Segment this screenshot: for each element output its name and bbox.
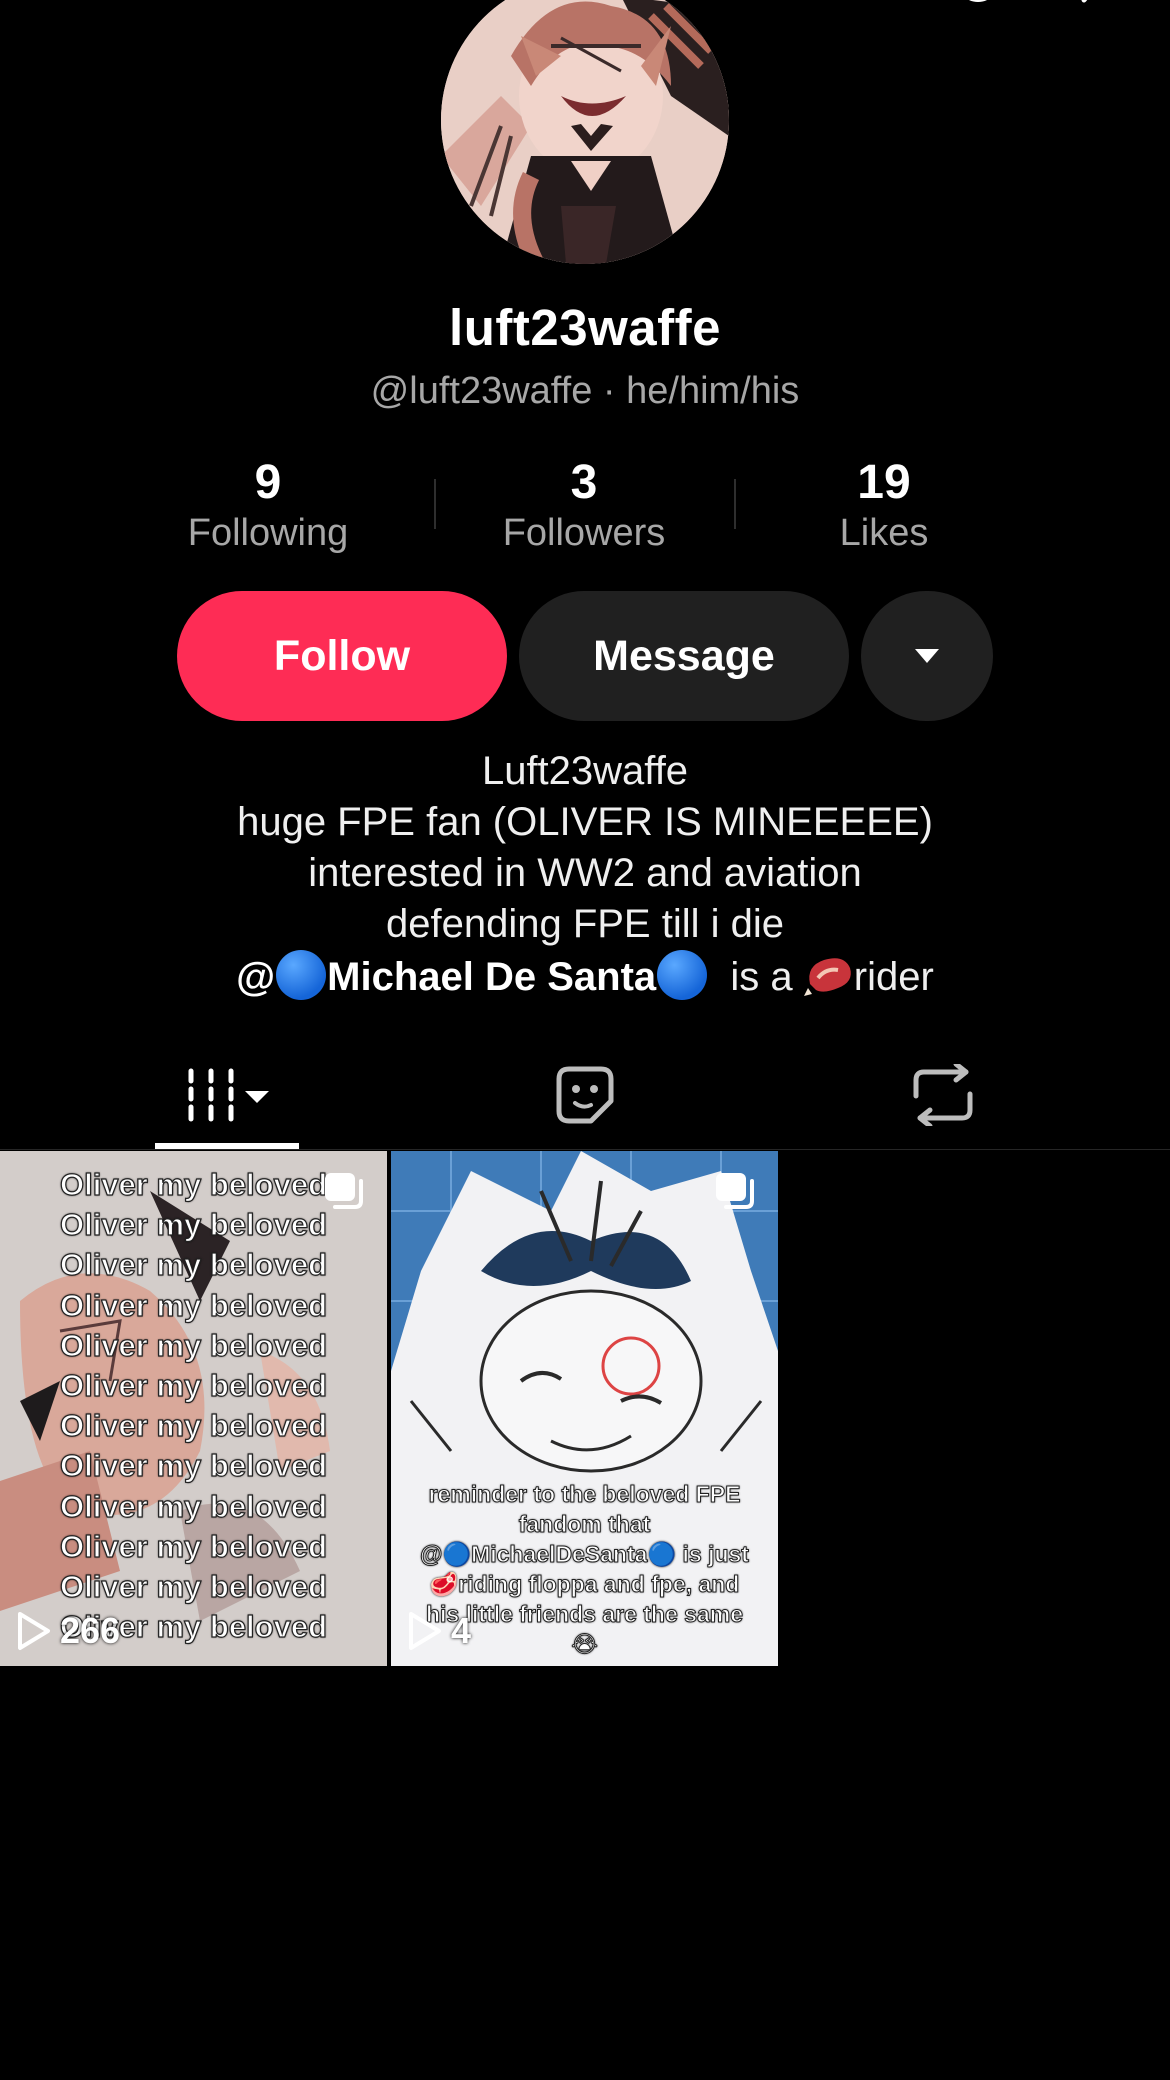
following-label: Following: [187, 512, 349, 554]
play-icon: [18, 1612, 50, 1650]
likes-count: 19: [857, 456, 911, 509]
view-count-value: 266: [60, 1610, 121, 1651]
caption-line: Oliver my beloved: [59, 1327, 328, 1363]
content-tabs: [0, 1040, 1170, 1150]
multi-image-icon: [325, 1173, 363, 1209]
video-caption: Oliver my beloved Oliver my beloved Oliv…: [0, 1165, 387, 1647]
caption-line: Oliver my beloved: [59, 1528, 328, 1564]
follow-button[interactable]: Follow: [177, 591, 507, 721]
bio-line: Luft23waffe: [481, 749, 689, 793]
stat-followers[interactable]: 3 Followers: [434, 455, 734, 557]
mention-name: Michael De Santa: [327, 955, 657, 999]
back-icon[interactable]: [50, 0, 90, 21]
meat-icon: [803, 958, 851, 996]
message-button[interactable]: Message: [519, 591, 849, 721]
caption-line: Oliver my beloved: [59, 1367, 328, 1404]
caption-line: Oliver my beloved: [59, 1247, 328, 1283]
sticker-icon: [556, 1066, 614, 1124]
view-count: 266: [16, 1610, 120, 1652]
video-thumbnail[interactable]: reminder to the beloved FPE fandom that …: [391, 1151, 778, 1666]
followers-label: Followers: [502, 512, 666, 554]
likes-label: Likes: [839, 512, 929, 554]
chevron-down-icon: [915, 649, 939, 663]
bio-line: huge FPE fan (OLIVER IS MINEEEEE): [237, 800, 933, 844]
blue-circle-icon: [657, 950, 708, 1000]
stat-likes[interactable]: 19 Likes: [734, 455, 1034, 557]
active-tab-indicator: [155, 1143, 299, 1149]
caption-line: Oliver my beloved: [59, 1287, 328, 1323]
grid-icon: [188, 1068, 269, 1122]
notification-icon[interactable]: [958, 0, 998, 21]
stats-row: 9 Following 3 Followers 19 Likes: [134, 455, 1036, 565]
bio-text: is a: [730, 955, 793, 999]
bio-line: interested in WW2 and aviation: [308, 851, 862, 895]
tab-reposts[interactable]: [883, 1040, 1003, 1150]
view-count-value: 4: [451, 1610, 472, 1651]
bio-line-mention: @ Michael De Santa is a rider: [0, 950, 1170, 1003]
caption-line: Oliver my beloved: [59, 1207, 328, 1243]
share-icon[interactable]: [1054, 0, 1114, 21]
display-name: luft23waffe: [449, 299, 721, 356]
bio-line: defending FPE till i die: [385, 902, 784, 946]
caption-line: Oliver my beloved: [59, 1448, 328, 1484]
following-count: 9: [254, 456, 282, 509]
tab-videos[interactable]: [155, 1040, 299, 1150]
tab-favorites[interactable]: [525, 1040, 645, 1150]
view-count: 4: [407, 1610, 471, 1652]
multi-image-icon: [716, 1173, 754, 1209]
caption-line: Oliver my beloved: [59, 1488, 328, 1524]
blue-circle-icon: [276, 950, 327, 1000]
mention-prefix: @: [236, 955, 276, 999]
handle-pronouns: @luft23waffe · he/him/his: [370, 370, 800, 412]
caption-line: Oliver my beloved: [59, 1408, 328, 1444]
more-options-button[interactable]: [861, 591, 993, 721]
repost-icon: [913, 1064, 973, 1126]
bio: Luft23waffe huge FPE fan (OLIVER IS MINE…: [0, 746, 1170, 1003]
stat-following[interactable]: 9 Following: [118, 455, 418, 557]
followers-count: 3: [570, 456, 598, 509]
bio-text: rider: [853, 955, 934, 999]
caption-line: Oliver my beloved: [59, 1568, 328, 1605]
mention-link[interactable]: @ Michael De Santa: [236, 950, 708, 1000]
avatar[interactable]: [441, 0, 729, 264]
video-thumbnail[interactable]: Oliver my beloved Oliver my beloved Oliv…: [0, 1151, 387, 1666]
play-icon: [409, 1612, 441, 1650]
